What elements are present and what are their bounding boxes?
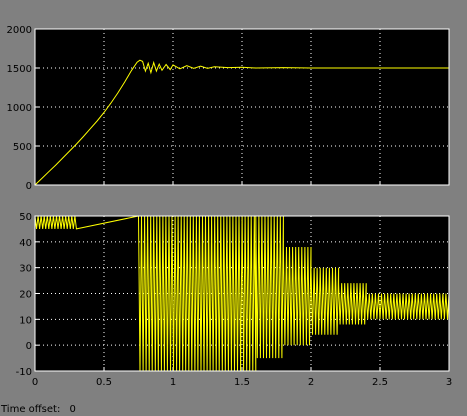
x-tick-label: 1.5 xyxy=(234,377,250,388)
y-tick-label: -10 xyxy=(16,367,32,378)
time-offset-label: Time offset: xyxy=(1,404,61,415)
x-tick-label: 2 xyxy=(308,377,314,388)
y-tick-label: 50 xyxy=(19,212,32,223)
y-tick-label: 500 xyxy=(13,142,32,153)
y-tick-label: 10 xyxy=(19,315,32,326)
y-tick-label: 30 xyxy=(19,264,32,275)
time-offset-readout: Time offset: 0 xyxy=(1,404,82,415)
y-tick-label: 0 xyxy=(26,181,32,192)
y-tick-label: 0 xyxy=(26,341,32,352)
y-tick-label: 2000 xyxy=(7,25,32,36)
scope-window: 0 500 1000 1500 2000 -10 0 10 20 30 40 50 0 0.5 1 1.5 2 2… xyxy=(0,0,467,416)
y-tick-label: 20 xyxy=(19,290,32,301)
y-tick-label: 1500 xyxy=(7,64,32,75)
x-tick-label: 0.5 xyxy=(96,377,112,388)
y-tick-label: 1000 xyxy=(7,103,32,114)
y-tick-label: 40 xyxy=(19,238,32,249)
time-offset-value: 0 xyxy=(69,404,76,415)
scope-plots: 0500100015002000-10010203040500 0.5 1 1.5 2 2… xyxy=(7,25,453,388)
x-tick-label: 2.5 xyxy=(372,377,388,388)
x-tick-label: 3 xyxy=(446,377,452,388)
x-tick-label: 1 xyxy=(170,377,176,388)
x-tick-label: 0 xyxy=(32,377,38,388)
